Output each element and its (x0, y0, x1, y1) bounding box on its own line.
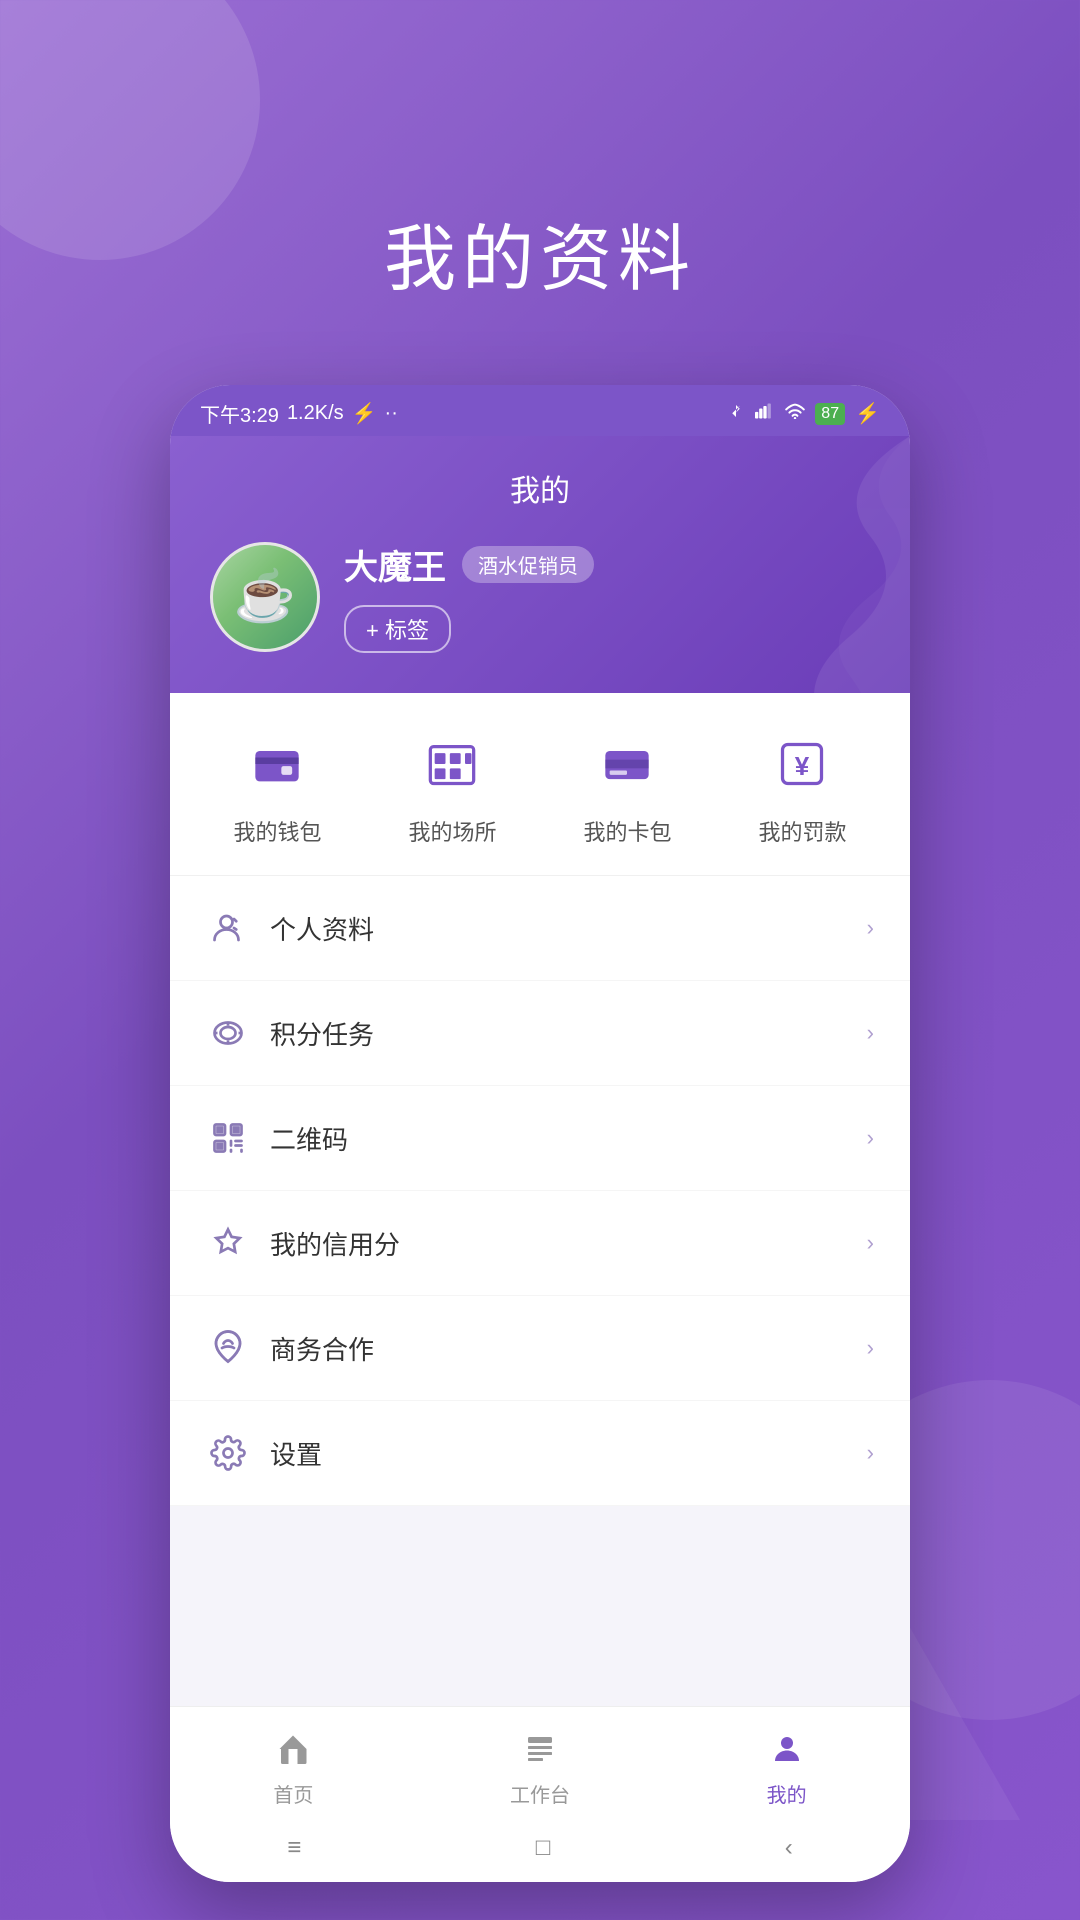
wifi-icon (785, 402, 805, 425)
business-menu-label: 商务合作 (270, 1330, 847, 1367)
status-left: 下午3:29 1.2K/s ⚡ ·· (200, 399, 398, 428)
menu-item-settings[interactable]: 设置 › (170, 1401, 910, 1506)
fine-label: 我的罚款 (758, 815, 846, 847)
phone-mockup: 下午3:29 1.2K/s ⚡ ·· (170, 385, 910, 1882)
qrcode-menu-label: 二维码 (270, 1120, 847, 1157)
nav-item-home[interactable]: 首页 (213, 1727, 373, 1808)
system-nav-bar: ≡ □ ‹ (170, 1818, 910, 1882)
bottom-navigation: 首页 工作台 我的 (170, 1706, 910, 1818)
nav-item-mine[interactable]: 我的 (707, 1727, 867, 1808)
venue-label: 我的场所 (408, 815, 496, 847)
profile-header: 我的 ☕ 大魔王 酒水促销员 + 标签 (170, 436, 910, 693)
quick-action-card[interactable]: 我的卡包 (583, 729, 671, 847)
bluetooth-icon (727, 402, 745, 426)
quick-action-wallet[interactable]: 我的钱包 (233, 729, 321, 847)
card-icon (587, 729, 667, 799)
wallet-icon (237, 729, 317, 799)
menu-item-points[interactable]: 积分任务 › (170, 981, 910, 1086)
avatar: ☕ (210, 542, 320, 652)
business-arrow-icon: › (867, 1335, 874, 1361)
svg-text:¥: ¥ (795, 751, 810, 781)
credit-icon (206, 1221, 250, 1265)
settings-menu-label: 设置 (270, 1435, 847, 1472)
role-badge: 酒水促销员 (462, 546, 594, 583)
page-title: 我的资料 (384, 200, 696, 305)
quick-actions-bar: 我的钱包 我的场所 (170, 693, 910, 876)
status-network: 1.2K/s (287, 402, 344, 425)
settings-icon (206, 1431, 250, 1475)
status-dots: ·· (385, 402, 398, 425)
credit-arrow-icon: › (867, 1230, 874, 1256)
add-tag-button[interactable]: + 标签 (344, 605, 451, 653)
qrcode-icon (206, 1116, 250, 1160)
home-nav-label: 首页 (273, 1779, 313, 1808)
menu-item-credit[interactable]: 我的信用分 › (170, 1191, 910, 1296)
status-bar: 下午3:29 1.2K/s ⚡ ·· (170, 385, 910, 436)
workbench-nav-label: 工作台 (510, 1779, 570, 1808)
workbench-icon (518, 1727, 562, 1771)
status-time: 下午3:29 (200, 399, 279, 428)
points-icon (206, 1011, 250, 1055)
menu-item-profile[interactable]: 个人资料 › (170, 876, 910, 981)
menu-item-business[interactable]: 商务合作 › (170, 1296, 910, 1401)
mine-icon (765, 1727, 809, 1771)
menu-list: 个人资料 › 积分任务 › (170, 876, 910, 1506)
system-back-button[interactable]: ‹ (785, 1834, 793, 1862)
business-icon (206, 1326, 250, 1370)
home-icon (271, 1727, 315, 1771)
profile-menu-label: 个人资料 (270, 910, 847, 947)
qrcode-arrow-icon: › (867, 1125, 874, 1151)
empty-content-area (170, 1506, 910, 1706)
points-menu-label: 积分任务 (270, 1015, 847, 1052)
wave-decoration-icon (710, 436, 910, 693)
person-icon (206, 906, 250, 950)
mine-nav-label: 我的 (767, 1779, 807, 1808)
fine-icon: ¥ (762, 729, 842, 799)
system-menu-button[interactable]: ≡ (287, 1834, 301, 1862)
wallet-label: 我的钱包 (233, 815, 321, 847)
credit-menu-label: 我的信用分 (270, 1225, 847, 1262)
status-signal-icon: ⚡ (352, 401, 377, 426)
points-arrow-icon: › (867, 1020, 874, 1046)
profile-name: 大魔王 (344, 540, 446, 589)
signal-icon (755, 402, 775, 425)
bg-decoration-circle-tl (0, 0, 260, 260)
charging-icon: ⚡ (855, 401, 880, 426)
system-home-button[interactable]: □ (536, 1834, 551, 1862)
settings-arrow-icon: › (867, 1440, 874, 1466)
battery-icon: 87 (815, 403, 845, 425)
nav-item-workbench[interactable]: 工作台 (460, 1727, 620, 1808)
profile-arrow-icon: › (867, 915, 874, 941)
quick-action-fine[interactable]: ¥ 我的罚款 (758, 729, 846, 847)
avatar-image: ☕ (213, 545, 317, 649)
status-right: 87 ⚡ (727, 401, 880, 426)
venue-icon (412, 729, 492, 799)
card-label: 我的卡包 (583, 815, 671, 847)
quick-action-venue[interactable]: 我的场所 (408, 729, 496, 847)
menu-item-qrcode[interactable]: 二维码 › (170, 1086, 910, 1191)
